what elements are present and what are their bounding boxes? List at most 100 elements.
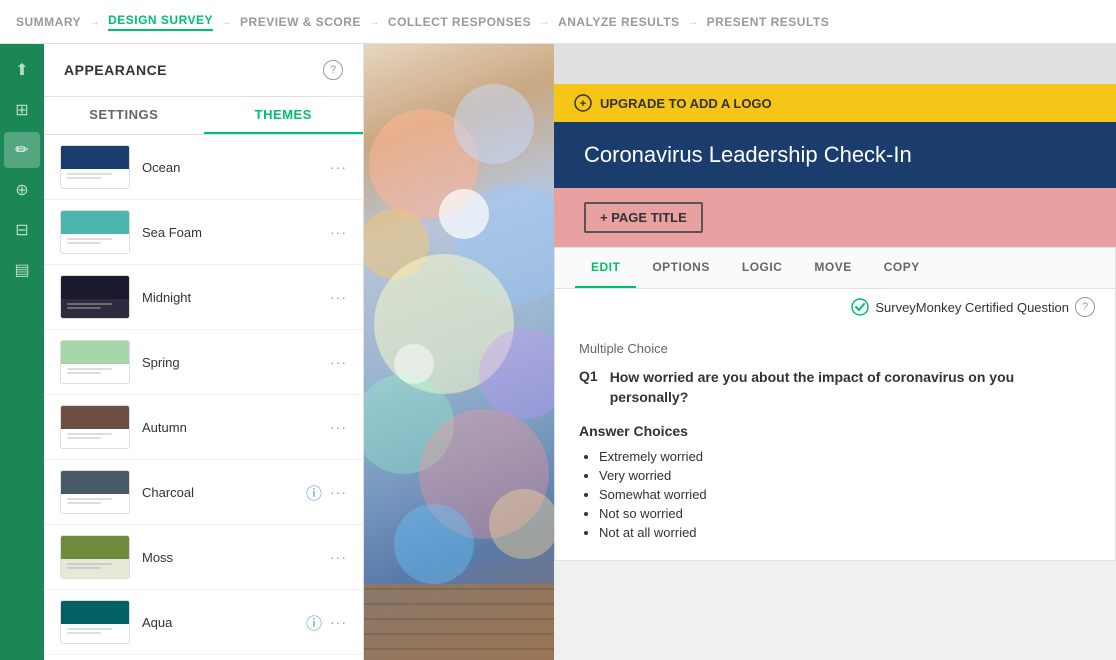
nav-step-summary[interactable]: SUMMARY — [16, 15, 81, 29]
theme-item-spring[interactable]: Spring ··· — [44, 330, 363, 395]
theme-item-seafoam[interactable]: Sea Foam ··· — [44, 200, 363, 265]
theme-list: Ocean ··· Sea Foam ··· — [44, 135, 363, 660]
question-panel: EDIT OPTIONS LOGIC MOVE COPY SurveyMonke… — [554, 247, 1116, 561]
theme-thumb-midnight — [60, 275, 130, 319]
question-number: Q1 — [579, 368, 598, 407]
icon-bar-flow[interactable]: ⊕ — [4, 172, 40, 208]
theme-item-citylights[interactable]: City Lights ··· — [44, 655, 363, 660]
certified-help-icon[interactable]: ? — [1075, 297, 1095, 317]
tab-copy[interactable]: COPY — [868, 248, 936, 288]
tab-options[interactable]: OPTIONS — [636, 248, 726, 288]
tab-edit[interactable]: EDIT — [575, 248, 636, 288]
theme-thumb-aqua — [60, 600, 130, 644]
nav-arrow-2: → — [221, 16, 232, 28]
sidebar-help-icon[interactable]: ? — [323, 60, 343, 80]
sidebar-tabs: SETTINGS THEMES — [44, 97, 363, 135]
main-layout: ⬆ ⊞ ✏ ⊕ ⊟ ▤ APPEARANCE ? SETTINGS THEMES — [0, 44, 1116, 660]
survey-title: Coronavirus Leadership Check-In — [584, 142, 912, 167]
answer-item-3: Somewhat worried — [599, 487, 1091, 502]
theme-thumb-autumn — [60, 405, 130, 449]
theme-more-ocean[interactable]: ··· — [330, 159, 347, 175]
answer-item-2: Very worried — [599, 468, 1091, 483]
top-bar — [554, 44, 1116, 84]
upgrade-label: UPGRADE TO ADD A LOGO — [600, 96, 772, 111]
theme-more-midnight[interactable]: ··· — [330, 289, 347, 305]
icon-bar-design[interactable]: ✏ — [4, 132, 40, 168]
background-preview — [364, 44, 554, 660]
icon-bar-grid[interactable]: ⊞ — [4, 92, 40, 128]
certified-label: SurveyMonkey Certified Question — [875, 300, 1069, 315]
theme-thumb-spring — [60, 340, 130, 384]
nav-arrow-4: → — [539, 16, 550, 28]
theme-name-spring: Spring — [142, 355, 318, 370]
page-title-area: + PAGE TITLE — [554, 188, 1116, 247]
tab-themes[interactable]: THEMES — [204, 97, 364, 134]
theme-name-charcoal: Charcoal — [142, 485, 294, 500]
icon-bar-settings[interactable]: ⊟ — [4, 212, 40, 248]
answer-list: Extremely worried Very worried Somewhat … — [579, 449, 1091, 540]
nav-arrow-3: → — [369, 16, 380, 28]
icon-bar: ⬆ ⊞ ✏ ⊕ ⊟ ▤ — [0, 44, 44, 660]
upgrade-banner[interactable]: + UPGRADE TO ADD A LOGO — [554, 84, 1116, 122]
info-icon-aqua[interactable]: ⓘ — [306, 610, 322, 634]
bokeh-svg — [364, 44, 554, 660]
theme-more-autumn[interactable]: ··· — [330, 419, 347, 435]
content-area: + UPGRADE TO ADD A LOGO Coronavirus Lead… — [554, 44, 1116, 660]
theme-more-seafoam[interactable]: ··· — [330, 224, 347, 240]
tab-move[interactable]: MOVE — [798, 248, 867, 288]
sidebar-title: APPEARANCE — [64, 62, 167, 78]
theme-more-moss[interactable]: ··· — [330, 549, 347, 565]
question-type-label: Multiple Choice — [555, 325, 1115, 360]
theme-item-ocean[interactable]: Ocean ··· — [44, 135, 363, 200]
theme-item-moss[interactable]: Moss ··· — [44, 525, 363, 590]
survey-header: Coronavirus Leadership Check-In — [554, 122, 1116, 188]
question-text: How worried are you about the impact of … — [610, 368, 1091, 407]
tab-logic[interactable]: LOGIC — [726, 248, 799, 288]
theme-name-seafoam: Sea Foam — [142, 225, 318, 240]
sidebar: APPEARANCE ? SETTINGS THEMES Ocean ··· — [44, 44, 364, 660]
nav-arrow-5: → — [688, 16, 699, 28]
theme-name-ocean: Ocean — [142, 160, 318, 175]
answer-item-5: Not at all worried — [599, 525, 1091, 540]
theme-thumb-seafoam — [60, 210, 130, 254]
theme-more-aqua[interactable]: ··· — [330, 614, 347, 630]
certified-check-icon — [851, 298, 869, 316]
upgrade-icon: + — [574, 94, 592, 112]
theme-item-aqua[interactable]: Aqua ⓘ ··· — [44, 590, 363, 655]
theme-thumb-ocean — [60, 145, 130, 189]
sidebar-header: APPEARANCE ? — [44, 44, 363, 97]
answer-choices-label: Answer Choices — [579, 423, 1091, 439]
question-tabs: EDIT OPTIONS LOGIC MOVE COPY — [555, 248, 1115, 289]
theme-thumb-charcoal — [60, 470, 130, 514]
answer-item-4: Not so worried — [599, 506, 1091, 521]
theme-more-spring[interactable]: ··· — [330, 354, 347, 370]
theme-more-charcoal[interactable]: ··· — [330, 484, 347, 500]
nav-step-design[interactable]: DESIGN SURVEY — [108, 13, 213, 31]
nav-step-preview[interactable]: PREVIEW & SCORE — [240, 15, 361, 29]
theme-name-aqua: Aqua — [142, 615, 294, 630]
nav-step-analyze[interactable]: ANALYZE RESULTS — [558, 15, 680, 29]
page-title-button[interactable]: + PAGE TITLE — [584, 202, 703, 233]
theme-thumb-moss — [60, 535, 130, 579]
certified-badge: SurveyMonkey Certified Question — [851, 298, 1069, 316]
nav-arrow-1: → — [89, 16, 100, 28]
nav-step-present[interactable]: PRESENT RESULTS — [707, 15, 830, 29]
icon-bar-card[interactable]: ▤ — [4, 252, 40, 288]
svg-text:+: + — [580, 98, 586, 110]
theme-name-midnight: Midnight — [142, 290, 318, 305]
certified-row: SurveyMonkey Certified Question ? — [555, 289, 1115, 325]
top-navigation: SUMMARY → DESIGN SURVEY → PREVIEW & SCOR… — [0, 0, 1116, 44]
info-icon-charcoal[interactable]: ⓘ — [306, 480, 322, 504]
nav-step-collect[interactable]: COLLECT RESPONSES — [388, 15, 531, 29]
question-row: Q1 How worried are you about the impact … — [555, 360, 1115, 423]
answer-item-1: Extremely worried — [599, 449, 1091, 464]
theme-item-autumn[interactable]: Autumn ··· — [44, 395, 363, 460]
theme-item-midnight[interactable]: Midnight ··· — [44, 265, 363, 330]
theme-name-moss: Moss — [142, 550, 318, 565]
icon-bar-upload[interactable]: ⬆ — [4, 52, 40, 88]
theme-item-charcoal[interactable]: Charcoal ⓘ ··· — [44, 460, 363, 525]
theme-actions-ocean: ··· — [330, 159, 347, 175]
answer-choices: Answer Choices Extremely worried Very wo… — [555, 423, 1115, 560]
theme-name-autumn: Autumn — [142, 420, 318, 435]
tab-settings[interactable]: SETTINGS — [44, 97, 204, 134]
